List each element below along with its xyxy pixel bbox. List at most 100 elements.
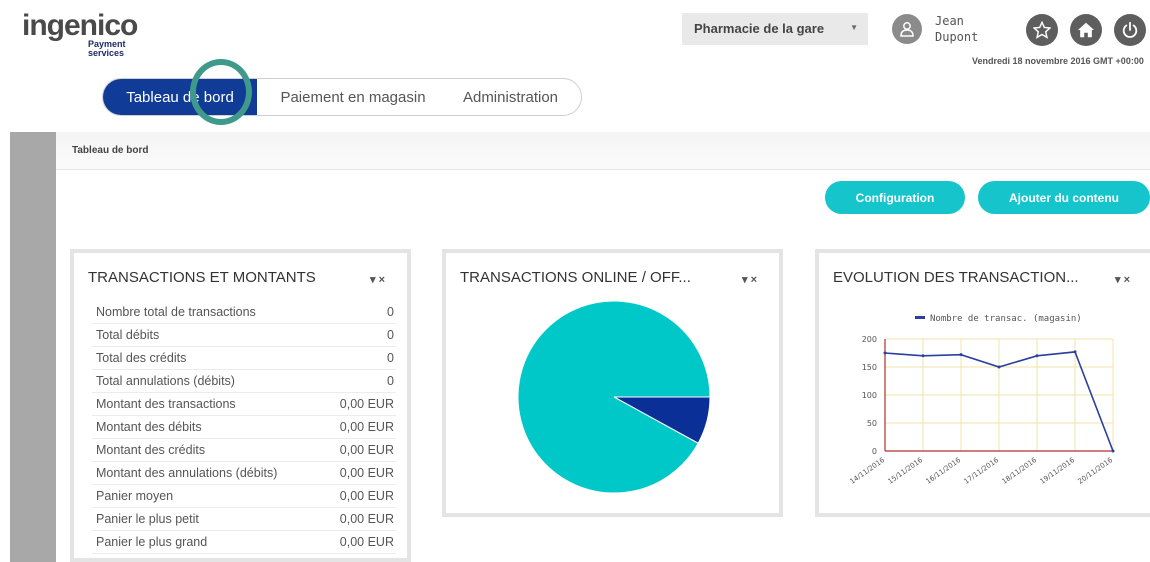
widget-tools: ▾ ×: [370, 273, 385, 286]
row-value: 0,00 EUR: [339, 512, 394, 526]
table-row: Nombre total de transactions 0: [92, 301, 396, 324]
home-icon: [1077, 22, 1095, 38]
row-value: 0,00 EUR: [339, 489, 394, 503]
widget-online-offline: TRANSACTIONS ONLINE / OFF... ▾ ×: [442, 249, 783, 517]
data-point: [997, 365, 1001, 369]
x-tick-label: 17/11/2016: [962, 456, 1000, 486]
tab-store-payment[interactable]: Paiement en magasin: [273, 79, 433, 115]
widget-tools: ▾ ×: [1115, 273, 1130, 286]
row-value: 0,00 EUR: [339, 397, 394, 411]
widget-title: EVOLUTION DES TRANSACTION...: [833, 269, 1079, 286]
add-content-button[interactable]: Ajouter du contenu: [978, 181, 1150, 214]
row-value: 0: [387, 328, 394, 342]
pie-chart: [517, 300, 711, 494]
row-label: Montant des annulations (débits): [96, 466, 278, 480]
row-label: Total débits: [96, 328, 160, 342]
transactions-table: Nombre total de transactions 0 Total débit…: [92, 301, 396, 554]
row-label: Montant des débits: [96, 420, 202, 434]
collapse-icon[interactable]: ▾: [1115, 274, 1121, 286]
data-point: [959, 353, 963, 357]
favorites-button[interactable]: [1026, 14, 1058, 46]
current-date: Vendredi 18 novembre 2016 GMT +00:00: [972, 56, 1144, 66]
table-row: Montant des annulations (débits) 0,00 EUR: [92, 462, 396, 485]
row-label: Panier le plus grand: [96, 535, 208, 549]
row-label: Montant des crédits: [96, 443, 206, 457]
x-tick-label: 19/11/2016: [1038, 456, 1076, 486]
chart-legend: Nombre de transac. (magasin): [915, 314, 1082, 324]
row-value: 0,00 EUR: [339, 466, 394, 480]
table-row: Montant des débits 0,00 EUR: [92, 416, 396, 439]
power-icon: [1122, 21, 1138, 38]
row-label: Total annulations (débits): [96, 374, 235, 388]
collapse-icon[interactable]: ▾: [370, 274, 376, 286]
widget-transactions-evolution: EVOLUTION DES TRANSACTION... ▾ × Nombre …: [815, 249, 1150, 517]
row-label: Montant des transactions: [96, 397, 236, 411]
home-button[interactable]: [1070, 14, 1102, 46]
logo-sub-2: services: [88, 48, 125, 58]
x-tick-label: 20/11/2016: [1076, 456, 1114, 486]
table-row: Panier le plus petit 0,00 EUR: [92, 508, 396, 531]
main-nav: Tableau de bord Paiement en magasin Admi…: [102, 78, 582, 116]
x-tick-label: 16/11/2016: [924, 456, 962, 486]
widget-transactions-amounts: TRANSACTIONS ET MONTANTS ▾ × Nombre tota…: [70, 249, 411, 562]
close-icon[interactable]: ×: [1124, 274, 1130, 286]
user-first-name: Jean: [935, 14, 964, 28]
user-name: Jean Dupont: [935, 13, 978, 45]
table-row: Total débits 0: [92, 324, 396, 347]
breadcrumb-bar: [56, 132, 1150, 170]
row-label: Nombre total de transactions: [96, 305, 256, 319]
row-label: Panier le plus petit: [96, 512, 199, 526]
user-last-name: Dupont: [935, 30, 979, 44]
pie-slice-0: [517, 300, 711, 494]
legend-label: Nombre de transac. (magasin): [930, 314, 1082, 324]
data-point: [1073, 350, 1077, 354]
user-avatar[interactable]: [892, 14, 922, 44]
x-tick-label: 14/11/2016: [848, 456, 886, 486]
store-select[interactable]: Pharmacie de la gare ▼: [682, 13, 868, 45]
y-tick-label: 150: [862, 363, 877, 372]
star-icon: [1033, 21, 1051, 39]
data-point: [1111, 449, 1115, 453]
left-sidebar-band: [10, 132, 56, 562]
table-row: Total annulations (débits) 0: [92, 370, 396, 393]
user-icon: [900, 22, 914, 37]
widget-tools: ▾ ×: [742, 273, 757, 286]
y-tick-label: 200: [862, 335, 877, 344]
collapse-icon[interactable]: ▾: [742, 274, 748, 286]
y-tick-label: 100: [862, 391, 877, 400]
close-icon[interactable]: ×: [379, 274, 385, 286]
click-highlight-ring: [190, 59, 252, 125]
configuration-button[interactable]: Configuration: [825, 181, 965, 214]
table-row: Montant des crédits 0,00 EUR: [92, 439, 396, 462]
row-value: 0,00 EUR: [339, 535, 394, 549]
legend-swatch: [915, 316, 925, 319]
row-value: 0: [387, 374, 394, 388]
table-row: Montant des transactions 0,00 EUR: [92, 393, 396, 416]
ingenico-logo[interactable]: ingenico Payment services: [22, 9, 138, 58]
breadcrumb: Tableau de bord: [72, 145, 149, 156]
y-tick-label: 50: [867, 419, 877, 428]
row-value: 0,00 EUR: [339, 443, 394, 457]
line-chart: Nombre de transac. (magasin) 0 50 100 150 200…: [848, 314, 1115, 486]
row-label: Panier moyen: [96, 489, 174, 503]
row-value: 0: [387, 305, 394, 319]
widget-title: TRANSACTIONS ET MONTANTS: [88, 269, 316, 286]
store-select-value: Pharmacie de la gare: [694, 21, 825, 36]
data-point: [883, 351, 887, 355]
row-value: 0: [387, 351, 394, 365]
widget-title: TRANSACTIONS ONLINE / OFF...: [460, 269, 691, 286]
table-row: Panier le plus grand 0,00 EUR: [92, 531, 396, 554]
logout-button[interactable]: [1114, 14, 1146, 46]
x-tick-label: 15/11/2016: [886, 456, 924, 486]
data-point: [921, 354, 925, 358]
table-row: Total des crédits 0: [92, 347, 396, 370]
tab-administration[interactable]: Administration: [443, 79, 578, 115]
data-point: [1035, 354, 1039, 358]
close-icon[interactable]: ×: [751, 274, 757, 286]
row-label: Total des crédits: [96, 351, 187, 365]
x-tick-label: 18/11/2016: [1000, 456, 1038, 486]
row-value: 0,00 EUR: [339, 420, 394, 434]
logo-wordmark: ingenico: [22, 9, 138, 42]
y-tick-label: 0: [872, 447, 877, 456]
dashboard-page: ingenico Payment services Pharmacie de l…: [0, 0, 1150, 562]
